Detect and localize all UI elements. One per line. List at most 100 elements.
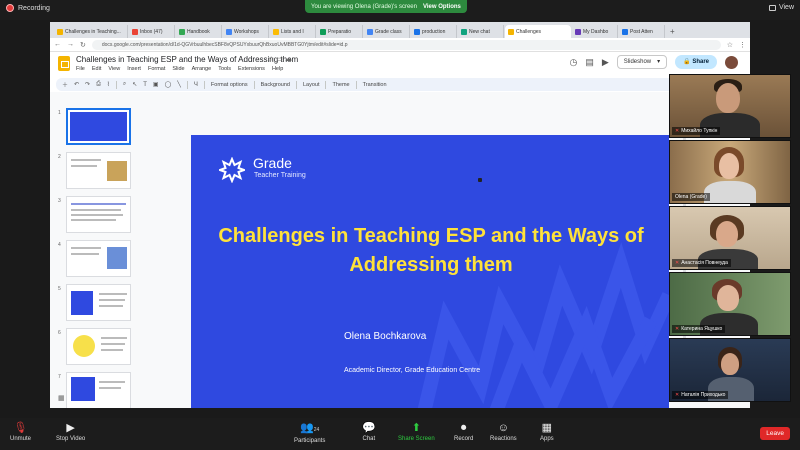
slide-thumbnail-5[interactable] (66, 284, 131, 321)
slide-canvas[interactable]: Grade Teacher Training Challenges in Tea… (191, 135, 669, 408)
chevron-down-icon[interactable]: ▾ (657, 56, 660, 68)
toolbar-divider (186, 80, 188, 89)
forms-icon (622, 28, 628, 35)
image-icon[interactable]: ▣ (153, 81, 159, 88)
background-button[interactable]: Background (261, 82, 290, 88)
participant-tile[interactable]: Olena (Grade) (669, 140, 791, 204)
menu-slide[interactable]: Slide (172, 66, 184, 72)
theme-button[interactable]: Theme (332, 82, 349, 88)
star-bookmark-icon[interactable]: ☆ (727, 41, 733, 49)
reactions-button[interactable]: ☺ Reactions (490, 422, 517, 442)
line-icon[interactable]: ╲ (177, 81, 181, 88)
move-folder-icon[interactable]: ▭ (276, 56, 283, 63)
recording-indicator[interactable]: Recording (6, 4, 50, 12)
select-cursor-icon[interactable]: ↖ (132, 81, 137, 88)
slide-thumbnail-3[interactable] (66, 196, 131, 233)
browser-tab-8[interactable]: New chat (458, 25, 504, 38)
thumb-text-line (99, 305, 123, 307)
layout-button[interactable]: Layout (303, 82, 320, 88)
menu-edit[interactable]: Edit (92, 66, 101, 72)
menu-tools[interactable]: Tools (218, 66, 231, 72)
slide-author[interactable]: Olena Bochkarova (344, 331, 426, 342)
slideshow-button[interactable]: Slideshow ▾ (616, 55, 668, 69)
format-options-button[interactable]: Format options (211, 82, 248, 88)
shape-icon[interactable]: ◯ (165, 81, 172, 88)
view-options-button[interactable]: View Options (423, 4, 461, 10)
slide-title[interactable]: Challenges in Teaching ESP and the Ways … (211, 222, 651, 280)
participants-button[interactable]: 👥24 Participants (294, 422, 325, 444)
zoom-icon[interactable]: ⌕ (123, 81, 126, 88)
share-screen-button[interactable]: ⬆ Share Screen (398, 422, 435, 442)
cloud-status-icon[interactable]: ☁ (285, 56, 292, 63)
participant-tile[interactable]: ✕ Михайло Тупкін (669, 74, 791, 138)
slide-filmstrip: 1 2 3 4 5 6 7 ▦ (50, 92, 134, 408)
browser-menu-icon[interactable]: ⋮ (739, 41, 746, 49)
print-icon[interactable]: ⎙ (96, 81, 101, 88)
paint-format-icon[interactable]: ⌇ (107, 81, 110, 88)
comment-add-icon[interactable]: Ч (194, 82, 198, 88)
mic-muted-icon: ✕ (675, 260, 680, 266)
add-slide-icon[interactable]: ＋ (62, 80, 68, 89)
menu-bar: File Edit View Insert Format Slide Arran… (76, 66, 283, 72)
comment-icon[interactable]: ▤ (585, 57, 594, 68)
participant-tile[interactable]: ✕ Анастасія Повнеуда (669, 206, 791, 270)
grid-icon (768, 4, 776, 11)
browser-tab-2[interactable]: Handbook (176, 25, 222, 38)
browser-tab-7[interactable]: production (411, 25, 457, 38)
slide-author-role[interactable]: Academic Director, Grade Education Centr… (344, 367, 480, 374)
browser-tab-4[interactable]: Lists and I (270, 25, 316, 38)
new-tab-button[interactable]: + (666, 25, 679, 38)
mouse-cursor-icon (478, 178, 482, 182)
view-button[interactable]: View (768, 4, 794, 11)
menu-view[interactable]: View (108, 66, 120, 72)
slide-thumbnail-2[interactable] (66, 152, 131, 189)
grid-view-icon[interactable]: ▦ (58, 394, 65, 402)
slide-thumbnail-1[interactable] (66, 108, 131, 145)
slide-thumbnail-7[interactable] (66, 372, 131, 408)
browser-tab-6[interactable]: Grade class (364, 25, 410, 38)
share-button[interactable]: 🔒 Share (675, 55, 717, 69)
browser-tab-0[interactable]: Challenges in Teaching... (54, 25, 128, 38)
history-icon[interactable]: ◷ (569, 57, 577, 68)
menu-arrange[interactable]: Arrange (192, 66, 212, 72)
document-title[interactable]: Challenges in Teaching ESP and the Ways … (76, 55, 298, 64)
recording-label: Recording (18, 4, 50, 12)
slide-thumbnail-4[interactable] (66, 240, 131, 277)
star-icon[interactable]: ☆ (268, 56, 274, 63)
redo-icon[interactable]: ↷ (85, 81, 90, 88)
mic-muted-icon: ✕ (675, 326, 680, 332)
stop-video-button[interactable]: ▶ Stop Video (56, 422, 85, 442)
transition-button[interactable]: Transition (363, 82, 387, 88)
slide-thumbnail-6[interactable] (66, 328, 131, 365)
participant-tile[interactable]: ✕ Наталія Приходько (669, 338, 791, 402)
undo-icon[interactable]: ↶ (74, 81, 79, 88)
forward-arrow-icon[interactable]: → (67, 41, 74, 48)
thumb-text-line (71, 165, 97, 167)
menu-format[interactable]: Format (148, 66, 165, 72)
browser-tab-active[interactable]: Challenges (505, 25, 571, 38)
leave-button[interactable]: Leave (760, 427, 790, 440)
thumb-text-line (101, 349, 123, 351)
editing-toolbar: ＋ ↶ ↷ ⎙ ⌇ ⌕ ↖ T ▣ ◯ ╲ Ч Format options B… (56, 78, 744, 91)
unmute-button[interactable]: 🎙 Unmute (10, 422, 31, 442)
menu-file[interactable]: File (76, 66, 85, 72)
browser-tab-3[interactable]: Workshops (223, 25, 269, 38)
reload-icon[interactable]: ↻ (80, 41, 86, 49)
account-avatar[interactable] (725, 55, 738, 69)
participant-tile[interactable]: ✕ Катерина Яцушко (669, 272, 791, 336)
textbox-icon[interactable]: T (143, 82, 147, 88)
menu-insert[interactable]: Insert (127, 66, 141, 72)
apps-button[interactable]: ▦ Apps (540, 422, 554, 442)
record-button[interactable]: ⏺ Record (454, 422, 473, 442)
browser-tab-11[interactable]: Post Atten (619, 25, 665, 38)
meet-camera-icon[interactable]: ▶ (602, 57, 609, 68)
menu-help[interactable]: Help (272, 66, 283, 72)
browser-tab-1[interactable]: Inbox (47) (129, 25, 175, 38)
chat-button[interactable]: 💬 Chat (362, 422, 376, 442)
slides-logo-icon[interactable] (58, 56, 70, 71)
browser-tab-5[interactable]: Preparatio (317, 25, 363, 38)
address-bar[interactable]: docs.google.com/presentation/d/1d-QGVrbu… (91, 39, 721, 50)
browser-tab-10[interactable]: My Dashbo (572, 25, 618, 38)
back-arrow-icon[interactable]: ← (54, 41, 61, 48)
menu-extensions[interactable]: Extensions (238, 66, 265, 72)
